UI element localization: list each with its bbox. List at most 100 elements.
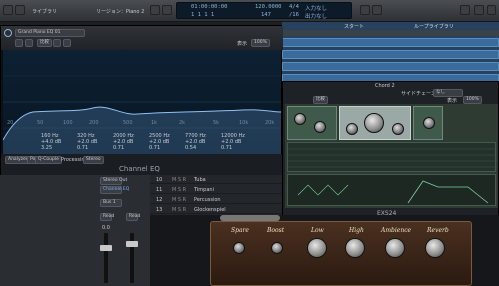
region[interactable] [282, 50, 499, 59]
track-row[interactable]: 10 M S R Tuba [150, 175, 282, 184]
tuner-button[interactable] [372, 5, 382, 15]
ambience-knob[interactable] [385, 238, 405, 258]
filter-section [339, 106, 411, 140]
low-knob[interactable] [307, 238, 327, 258]
band-values: 160 Hz +4.0 dB 3.25 320 Hz +2.0 dB 0.71 … [41, 133, 281, 153]
exs-view-label: 表示 [447, 98, 458, 104]
exs-view-menu[interactable]: 100% [463, 96, 482, 104]
modulation-matrix[interactable] [287, 142, 497, 172]
view-zoom-menu[interactable]: 100% [251, 39, 270, 47]
tune-knob[interactable] [294, 113, 306, 125]
volume-knob[interactable] [423, 117, 435, 129]
send-slot[interactable]: Bus 1 [100, 199, 122, 207]
notes-icon[interactable] [487, 5, 496, 15]
automation-read[interactable]: Read [126, 213, 140, 221]
tempo-value: 120.0000 [255, 4, 282, 10]
undo-button[interactable] [15, 39, 23, 47]
track-number: 10 [156, 177, 163, 183]
frequency-scale: 20 50 100 200 500 1k 2k 5k 10k 20k [3, 120, 281, 126]
control-bar: ライブラリ リージョン：Piano 2 01:00:00:00 1 1 1 1 … [0, 0, 499, 22]
power-icon[interactable] [4, 29, 12, 37]
track-number: 12 [156, 197, 163, 203]
reverb-knob[interactable] [425, 238, 445, 258]
mixer: Stereo Out Channel EQ Bus 1 Read Read 0.… [0, 175, 150, 286]
start-label: スタート [344, 24, 365, 30]
band-q: 0.71 [77, 145, 89, 151]
q-couple-button[interactable]: Q-Couple [35, 156, 62, 164]
eq-footer: Analyzer Post Q-Couple Processing: Stere… [1, 154, 283, 176]
track-number: 13 [156, 207, 163, 213]
lcd-display[interactable]: 01:00:00:00 1 1 1 1 120.0000 147 4/4 /16… [176, 2, 352, 20]
region[interactable] [282, 38, 499, 47]
redo-button[interactable] [25, 39, 33, 47]
track-row[interactable]: 12 M S R Percussion [150, 195, 282, 204]
track-controls[interactable]: M S R [172, 207, 186, 213]
fader-value: 0.0 [102, 225, 110, 231]
region-label: リージョン：Piano 2 [96, 9, 145, 15]
band-q: 0.54 [185, 145, 197, 151]
track-controls[interactable]: M S R [172, 197, 186, 203]
freq-label: 5k [213, 120, 220, 126]
view-label: 表示 [237, 41, 248, 47]
fader-cap[interactable] [100, 245, 112, 251]
track-row[interactable]: 13 M S R Glockenspiel [150, 205, 282, 214]
tempo-alt: 147 [261, 12, 271, 18]
exs24-window: Chord 2 サイドチェーン なし 比較 表示 100% EXS24 [282, 81, 499, 218]
cutoff-knob[interactable] [364, 113, 384, 133]
processing-menu[interactable]: Stereo [83, 156, 104, 164]
freq-label: 20k [265, 120, 275, 126]
amp-label: Ambience [381, 227, 412, 234]
automation-read[interactable]: Read [100, 213, 114, 221]
prev-preset-button[interactable] [53, 39, 61, 47]
exs-compare-button[interactable]: 比較 [313, 96, 328, 104]
amp-label: Reverb [427, 227, 449, 234]
track-controls[interactable]: M S R [172, 177, 186, 183]
sidechain-menu[interactable]: なし [433, 89, 463, 97]
preset-menu[interactable]: Grand Piano EQ 01 [15, 29, 85, 37]
track-controls[interactable]: M S R [172, 187, 186, 193]
eq-graph[interactable]: 20 50 100 200 500 1k 2k 5k 10k 20k 160 H… [3, 50, 281, 154]
spare-switch[interactable] [233, 242, 245, 254]
play-button[interactable] [162, 5, 172, 15]
next-preset-button[interactable] [63, 39, 71, 47]
track-name: Tuba [194, 177, 206, 183]
editors-icon[interactable] [460, 5, 470, 15]
volume-section [413, 106, 443, 140]
freq-label: 10k [239, 120, 249, 126]
amp-label: High [349, 227, 364, 234]
fine-knob[interactable] [314, 121, 326, 133]
envelope-icon[interactable] [288, 175, 497, 207]
channel-eq-slot[interactable]: Channel EQ [100, 186, 129, 194]
freq-label: 20 [7, 120, 14, 126]
ruler[interactable] [282, 30, 499, 36]
library-icon[interactable] [3, 5, 13, 15]
amp-label: Boost [267, 227, 285, 234]
rewind-button[interactable] [150, 5, 160, 15]
cycle-button[interactable] [360, 5, 370, 15]
track-list: 10 M S R Tuba 11 M S R Timpani 12 M S R … [150, 175, 282, 215]
output-status: 出力なし [305, 14, 328, 20]
track-name: Percussion [194, 197, 221, 203]
region[interactable] [282, 62, 499, 71]
track-name: Timpani [194, 187, 214, 193]
channel-fader[interactable] [104, 233, 108, 283]
freq-label: 500 [123, 120, 133, 126]
fader-cap[interactable] [126, 241, 138, 247]
compare-button[interactable]: 比較 [37, 39, 52, 47]
freq-label: 100 [63, 120, 73, 126]
drive-knob[interactable] [346, 123, 358, 135]
sidechain-label: サイドチェーン [401, 91, 436, 97]
amp-plugin: Spare Boost Low High Ambience Reverb [150, 215, 499, 286]
plugin-title: Channel EQ [119, 165, 160, 173]
inspector-icon[interactable] [15, 5, 25, 15]
stereo-out-slot[interactable]: Stereo Out [100, 177, 127, 185]
time-division: /16 [289, 12, 299, 18]
resonance-knob[interactable] [392, 123, 404, 135]
boost-switch[interactable] [271, 242, 283, 254]
track-row[interactable]: 11 M S R Timpani [150, 185, 282, 194]
exs-panel [285, 104, 498, 208]
high-knob[interactable] [345, 238, 365, 258]
list-icon[interactable] [474, 5, 484, 15]
band-q: 0.71 [221, 145, 233, 151]
freq-label: 200 [89, 120, 99, 126]
